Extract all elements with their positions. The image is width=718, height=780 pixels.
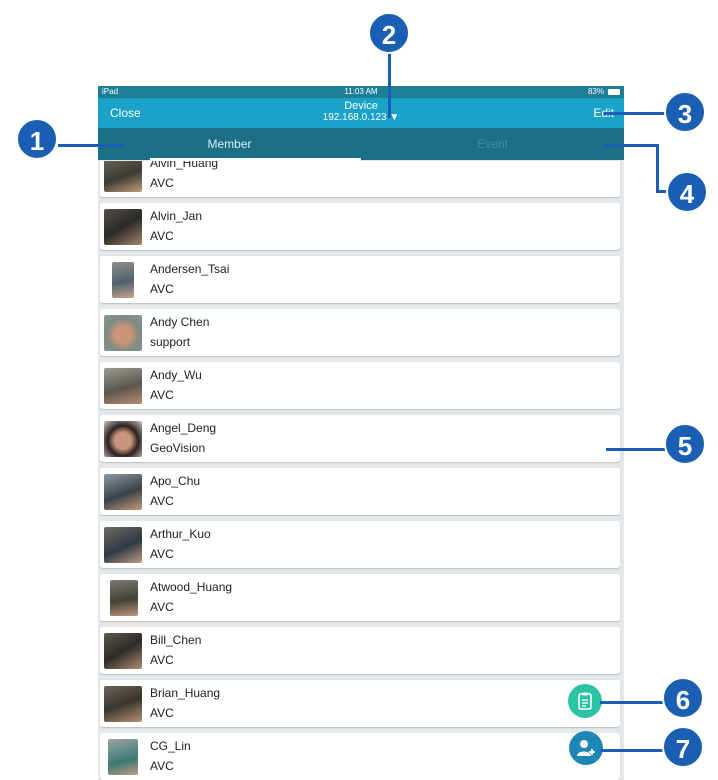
member-group: AVC [150,388,174,402]
battery-percent: 83% [587,87,604,96]
callout-line [600,701,668,704]
list-item[interactable]: Andersen_Tsai AVC [100,256,620,303]
ipad-screen: iPad 11:03 AM 83% Close Device 192.168.0… [98,86,624,780]
tab-event[interactable]: Event [361,128,624,160]
callout-line [58,144,124,147]
member-name: Andy Chen [150,315,210,329]
member-group: AVC [150,282,174,296]
member-group: AVC [150,653,174,667]
battery-icon [608,89,620,95]
callout-line [604,144,658,147]
member-group: AVC [150,706,174,720]
member-name: Apo_Chu [150,474,201,488]
add-person-icon [577,740,595,756]
avatar [104,474,142,510]
callout-line [388,52,391,118]
member-name: Alvin_Jan [150,209,203,223]
list-item[interactable]: Alvin_Jan AVC [100,203,620,250]
list-item[interactable]: Angel_Deng GeoVision [100,415,620,462]
clock: 11:03 AM [344,87,378,96]
list-item[interactable]: Bill_Chen AVC [100,627,620,674]
list-item[interactable]: Andy Chen support [100,309,620,356]
avatar [110,580,138,616]
callout-badge: 6 [662,677,704,719]
callout-badge: 2 [368,12,410,54]
callout-line [606,448,670,451]
member-name: Brian_Huang [150,686,221,700]
avatar [104,686,142,722]
callout-badge: 7 [662,726,704,768]
member-name: Alvin_Huang [150,161,219,170]
member-group: GeoVision [150,441,206,455]
member-group: support [150,335,191,349]
member-name: CG_Lin [150,739,191,753]
avatar [104,315,142,351]
member-name: Atwood_Huang [150,580,233,594]
avatar [112,262,134,298]
list-item[interactable]: Brian_Huang AVC [100,680,620,727]
member-name: Arthur_Kuo [150,527,211,541]
member-name: Andy_Wu [150,368,202,382]
device-title: Device [344,100,378,112]
member-group: AVC [150,547,174,561]
member-group: AVC [150,176,174,190]
callout-line [656,144,659,192]
list-item[interactable]: Apo_Chu AVC [100,468,620,515]
tab-member[interactable]: Member [98,128,361,160]
clipboard-icon [578,692,592,710]
callout-line [604,112,670,115]
callout-badge: 5 [664,423,706,465]
status-bar: iPad 11:03 AM 83% [98,86,624,98]
list-item[interactable]: Atwood_Huang AVC [100,574,620,621]
member-group: AVC [150,229,174,243]
device-selector[interactable]: Device 192.168.0.123 ▼ [98,100,624,124]
device-ip: 192.168.0.123 ▼ [322,112,400,123]
member-list[interactable]: Alvin_Huang AVC Alvin_Jan AVC Andersen_T… [98,161,624,780]
avatar [104,633,142,669]
callout-badge: 4 [666,171,708,213]
list-item[interactable]: Andy_Wu AVC [100,362,620,409]
avatar [108,739,138,775]
avatar [104,209,142,245]
tab-bar: Member Event [98,128,624,160]
avatar [104,421,142,457]
member-name: Andersen_Tsai [150,262,230,276]
list-item[interactable]: Arthur_Kuo AVC [100,521,620,568]
avatar [104,527,142,563]
report-button[interactable] [568,684,602,718]
avatar [104,161,142,192]
list-item[interactable]: Alvin_Huang AVC [100,161,620,197]
member-group: AVC [150,600,174,614]
callout-badge: 3 [664,91,706,133]
list-item[interactable]: CG_Lin AVC [100,733,620,780]
member-group: AVC [150,494,174,508]
avatar [104,368,142,404]
member-name: Angel_Deng [150,421,217,435]
member-name: Bill_Chen [150,633,202,647]
add-member-button[interactable] [569,731,603,765]
callout-line [600,749,668,752]
member-group: AVC [150,759,174,773]
nav-bar: Close Device 192.168.0.123 ▼ Edit [98,98,624,128]
callout-badge: 1 [16,118,58,160]
